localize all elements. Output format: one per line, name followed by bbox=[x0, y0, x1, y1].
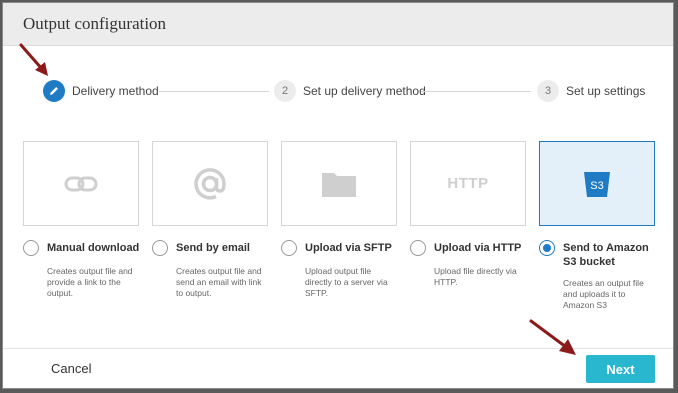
option-manual-download[interactable]: Manual download Creates output file and … bbox=[23, 141, 139, 321]
step-delivery-method[interactable]: Delivery method bbox=[43, 79, 159, 103]
step-set-up-settings[interactable]: 3 Set up settings bbox=[537, 79, 645, 103]
option-send-by-email[interactable]: Send by email Creates output file and se… bbox=[152, 141, 268, 321]
radio-upload-via-sftp[interactable] bbox=[281, 240, 297, 256]
option-upload-via-sftp[interactable]: Upload via SFTP Upload output file direc… bbox=[281, 141, 397, 321]
step-number: 3 bbox=[537, 80, 559, 102]
s3-bucket-icon: S3 bbox=[584, 171, 610, 197]
s3-label: S3 bbox=[590, 180, 603, 192]
option-upload-via-http[interactable]: HTTP Upload via HTTP Upload file directl… bbox=[410, 141, 526, 321]
option-name: Upload via SFTP bbox=[305, 242, 392, 254]
http-icon: HTTP bbox=[447, 175, 489, 192]
link-icon bbox=[64, 176, 98, 191]
dialog-header: Output configuration bbox=[3, 3, 673, 46]
option-description: Upload file directly via HTTP. bbox=[434, 266, 517, 287]
step-connector bbox=[421, 91, 531, 92]
option-card[interactable] bbox=[152, 141, 268, 226]
step-connector bbox=[159, 91, 269, 92]
cancel-button[interactable]: Cancel bbox=[51, 361, 91, 376]
option-name: Send by email bbox=[176, 242, 250, 254]
output-configuration-dialog: Output configuration Delivery method 2 S… bbox=[2, 2, 674, 389]
step-label: Set up settings bbox=[566, 84, 646, 98]
option-card[interactable]: HTTP bbox=[410, 141, 526, 226]
option-card[interactable] bbox=[23, 141, 139, 226]
step-set-up-delivery-method[interactable]: 2 Set up delivery method bbox=[274, 79, 426, 103]
option-name: Manual download bbox=[47, 242, 140, 254]
radio-send-by-email[interactable] bbox=[152, 240, 168, 256]
step-label: Set up delivery method bbox=[303, 84, 426, 98]
option-card[interactable]: S3 bbox=[539, 141, 655, 226]
option-card[interactable] bbox=[281, 141, 397, 226]
radio-upload-via-http[interactable] bbox=[410, 240, 426, 256]
option-description: Creates an output file and uploads it to… bbox=[563, 278, 644, 310]
option-name: Send to Amazon S3 bucket bbox=[563, 242, 649, 268]
option-description: Creates output file and provide a link t… bbox=[47, 266, 133, 298]
stepper: Delivery method 2 Set up delivery method… bbox=[3, 79, 673, 105]
option-send-to-amazon-s3[interactable]: S3 Send to Amazon S3 bucket Creates an o… bbox=[539, 141, 655, 321]
radio-send-to-amazon-s3[interactable] bbox=[539, 240, 555, 256]
option-description: Upload output file directly to a server … bbox=[305, 266, 388, 298]
step-number: 2 bbox=[274, 80, 296, 102]
dialog-title: Output configuration bbox=[23, 14, 167, 33]
radio-manual-download[interactable] bbox=[23, 240, 39, 256]
pencil-icon bbox=[43, 80, 65, 102]
step-label: Delivery method bbox=[72, 84, 159, 98]
at-sign-icon bbox=[194, 167, 226, 200]
footer-divider bbox=[3, 348, 673, 349]
option-description: Creates output file and send an email wi… bbox=[176, 266, 262, 298]
option-name: Upload via HTTP bbox=[434, 242, 522, 254]
folder-icon bbox=[322, 172, 356, 197]
next-button[interactable]: Next bbox=[586, 355, 655, 383]
